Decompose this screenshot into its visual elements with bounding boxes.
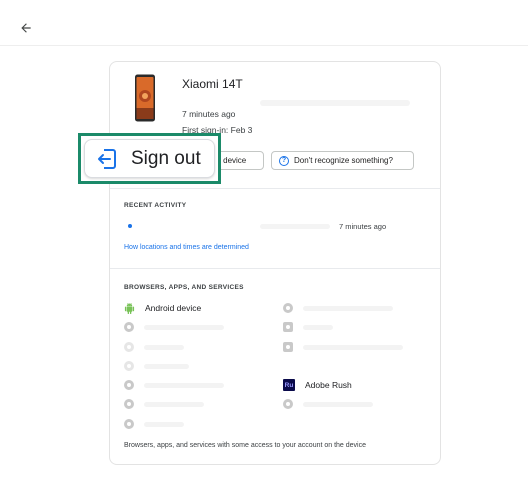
app-icon xyxy=(283,342,293,352)
sign-out-label: Sign out xyxy=(131,147,201,169)
app-item xyxy=(124,379,224,391)
sign-out-highlight: Sign out xyxy=(78,133,221,184)
activity-dot xyxy=(128,224,132,228)
app-item xyxy=(124,360,189,372)
app-item xyxy=(124,418,184,430)
divider xyxy=(110,188,440,189)
last-seen: 7 minutes ago xyxy=(182,109,236,119)
device-card: Xiaomi 14T 7 minutes ago First sign-in: … xyxy=(109,61,441,465)
back-button[interactable] xyxy=(16,18,36,38)
android-icon xyxy=(124,302,135,314)
recent-activity-title: RECENT ACTIVITY xyxy=(124,202,187,209)
app-icon xyxy=(124,342,134,352)
app-item xyxy=(283,321,333,333)
apps-section-title: BROWSERS, APPS, AND SERVICES xyxy=(124,284,244,291)
app-icon xyxy=(124,322,134,332)
app-label-adobe-rush: Adobe Rush xyxy=(305,380,352,390)
app-icon xyxy=(283,322,293,332)
redacted-location xyxy=(260,224,330,229)
locations-info-link[interactable]: How locations and times are determined xyxy=(124,244,249,251)
app-item xyxy=(124,398,204,410)
app-icon xyxy=(283,303,293,313)
apps-footnote: Browsers, apps, and services with some a… xyxy=(124,442,367,449)
app-icon xyxy=(124,361,134,371)
app-item xyxy=(283,341,403,353)
divider xyxy=(110,268,440,269)
top-bar xyxy=(0,0,528,46)
sign-out-icon xyxy=(98,148,116,169)
arrow-back-icon xyxy=(21,23,31,33)
app-item xyxy=(124,321,224,333)
app-item xyxy=(283,398,373,410)
sign-out-button[interactable]: Sign out xyxy=(84,139,215,178)
dont-recognize-label: Don't recognize something? xyxy=(294,156,393,165)
app-item xyxy=(283,302,393,314)
app-icon xyxy=(124,419,134,429)
app-item-android: Android device xyxy=(124,302,201,314)
device-name: Xiaomi 14T xyxy=(182,77,243,91)
app-icon xyxy=(124,399,134,409)
phone-icon xyxy=(135,74,155,122)
app-item xyxy=(124,341,184,353)
app-icon xyxy=(283,399,293,409)
help-circle-icon: ? xyxy=(279,155,289,166)
dont-recognize-button[interactable]: ? Don't recognize something? xyxy=(271,151,414,170)
app-icon xyxy=(124,380,134,390)
app-item-adobe-rush: Ru Adobe Rush xyxy=(283,379,352,391)
redacted-account xyxy=(260,100,410,106)
adobe-rush-icon: Ru xyxy=(283,379,295,391)
app-label-android: Android device xyxy=(145,303,202,313)
activity-time: 7 minutes ago xyxy=(339,222,387,231)
